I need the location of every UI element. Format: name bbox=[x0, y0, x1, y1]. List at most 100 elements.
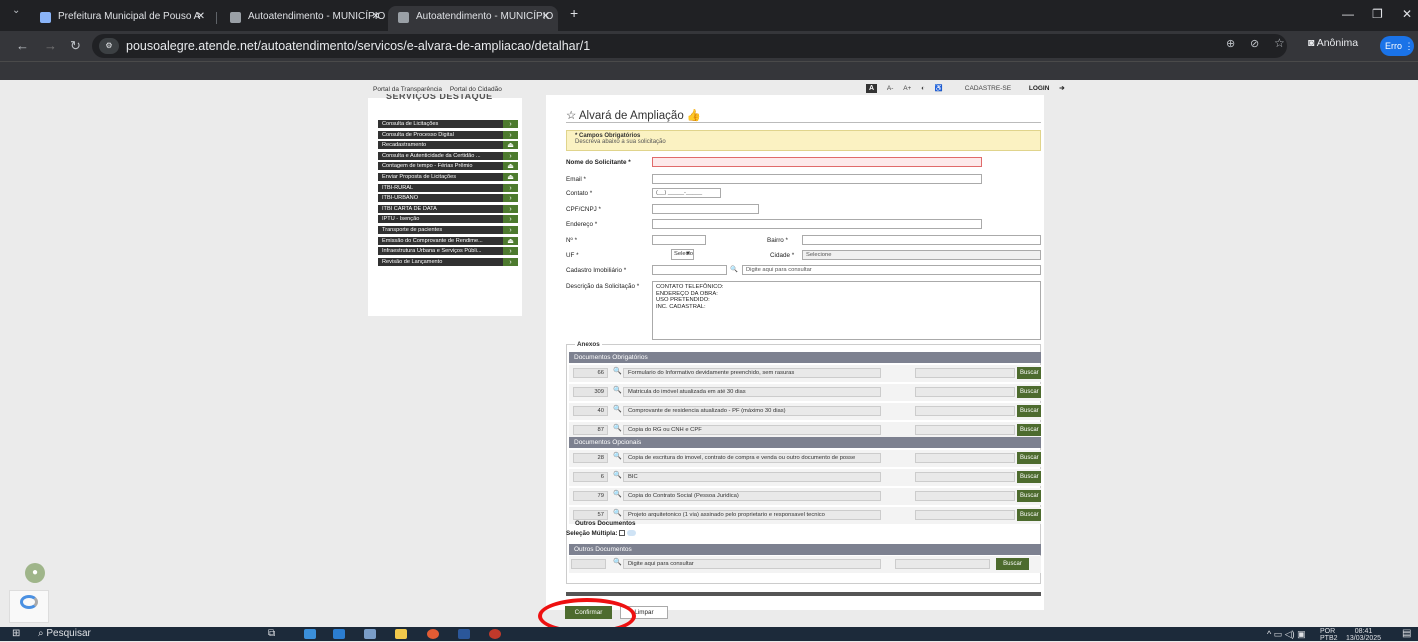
star-icon[interactable]: ☆ bbox=[566, 110, 576, 122]
document-file-field[interactable] bbox=[915, 406, 1015, 416]
sidebar-item[interactable]: ITBI CARTA DE DATA › bbox=[378, 204, 518, 214]
selecao-checkbox[interactable] bbox=[619, 530, 626, 537]
document-buscar-button[interactable]: Buscar bbox=[1017, 424, 1041, 436]
cidadao-link[interactable]: Portal do Cidadão bbox=[450, 86, 502, 93]
cpf-input[interactable] bbox=[652, 204, 759, 214]
cadastre-link[interactable]: CADASTRE-SE bbox=[965, 85, 1011, 92]
search-icon[interactable]: 🔍 bbox=[613, 367, 622, 375]
horizontal-scrollbar[interactable] bbox=[566, 592, 1041, 596]
accessibility-icon[interactable]: ♿ bbox=[935, 85, 943, 92]
sidebar-item[interactable]: ITBI-RURAL › bbox=[378, 183, 518, 193]
error-badge[interactable]: Erro ⋮ bbox=[1380, 36, 1414, 56]
nome-input[interactable] bbox=[652, 157, 982, 167]
cidade-select[interactable]: Selecione bbox=[802, 250, 1041, 260]
cookie-icon[interactable]: ● bbox=[25, 563, 45, 583]
new-tab-button[interactable]: + bbox=[570, 5, 578, 21]
sidebar-item[interactable]: Emissão do Comprovante de Rendime... ⏏ bbox=[378, 236, 518, 246]
outros-search-input[interactable]: Digite aqui para consultar bbox=[623, 559, 881, 569]
document-file-field[interactable] bbox=[915, 472, 1015, 482]
close-icon[interactable]: ✕ bbox=[372, 6, 380, 28]
search-icon[interactable]: 🔍 bbox=[613, 471, 622, 479]
file-explorer-icon[interactable] bbox=[395, 629, 407, 639]
sidebar-item[interactable]: Consulta e Autenticidade da Certidão ...… bbox=[378, 151, 518, 161]
document-file-field[interactable] bbox=[915, 425, 1015, 435]
close-icon[interactable]: ✕ bbox=[197, 6, 205, 28]
restore-icon[interactable]: ❐ bbox=[1372, 7, 1383, 21]
minimize-icon[interactable]: — bbox=[1342, 7, 1354, 21]
sidebar-item[interactable]: Infraestrutura Urbana e Serviços Públi..… bbox=[378, 247, 518, 257]
font-normal-button[interactable]: A bbox=[866, 84, 878, 93]
search-icon[interactable]: 🔍 bbox=[613, 405, 622, 413]
network-app-icon[interactable] bbox=[364, 629, 376, 639]
search-icon[interactable]: 🔍 bbox=[613, 386, 622, 394]
word-icon[interactable] bbox=[458, 629, 470, 639]
outros-buscar-button[interactable]: Buscar bbox=[996, 558, 1029, 570]
contrast-icon[interactable]: ◐ bbox=[921, 85, 925, 92]
document-file-field[interactable] bbox=[915, 453, 1015, 463]
back-icon[interactable]: ← bbox=[16, 38, 29, 53]
search-icon[interactable]: 🔍 bbox=[730, 265, 738, 273]
font-decrease-button[interactable]: A- bbox=[887, 85, 894, 92]
incognito-label[interactable]: ◙ Anônima bbox=[1308, 37, 1358, 49]
outros-code-input[interactable] bbox=[571, 559, 606, 569]
uf-select[interactable]: Selecio ▼ bbox=[671, 249, 694, 260]
toggle-switch[interactable] bbox=[626, 530, 636, 537]
star-icon[interactable]: ☆ bbox=[1274, 36, 1285, 50]
copilot-icon[interactable] bbox=[304, 629, 316, 639]
search-icon[interactable]: 🔍 bbox=[613, 490, 622, 498]
chrome-incognito-icon[interactable] bbox=[489, 629, 501, 639]
sidebar-item[interactable]: Contagem de tempo - Férias Prêmio ⏏ bbox=[378, 162, 518, 172]
sidebar-item[interactable]: Consulta de Licitações › bbox=[378, 120, 518, 129]
bairro-input[interactable] bbox=[802, 235, 1041, 245]
font-increase-button[interactable]: A+ bbox=[903, 85, 911, 92]
email-input[interactable] bbox=[652, 174, 982, 184]
document-file-field[interactable] bbox=[915, 491, 1015, 501]
document-buscar-button[interactable]: Buscar bbox=[1017, 452, 1041, 464]
cadastro-search-input[interactable]: Digite aqui para consultar bbox=[742, 265, 1041, 275]
document-buscar-button[interactable]: Buscar bbox=[1017, 509, 1041, 521]
numero-input[interactable] bbox=[652, 235, 706, 245]
reload-icon[interactable]: ↻ bbox=[70, 38, 81, 54]
taskbar-search[interactable]: ⌕ Pesquisar bbox=[38, 628, 91, 640]
search-icon[interactable]: 🔍 bbox=[613, 424, 622, 432]
document-buscar-button[interactable]: Buscar bbox=[1017, 490, 1041, 502]
clock[interactable]: 08:41 13/03/2025 bbox=[1346, 628, 1381, 642]
document-file-field[interactable] bbox=[915, 510, 1015, 520]
search-icon[interactable]: 🔍 bbox=[613, 558, 622, 566]
chrome-icon[interactable] bbox=[427, 629, 439, 639]
tab-search-icon[interactable]: ⌄ bbox=[12, 5, 20, 16]
outros-file-field[interactable] bbox=[895, 559, 990, 569]
close-window-icon[interactable]: ✕ bbox=[1402, 7, 1412, 21]
sidebar-item[interactable]: ITBI-URBANO › bbox=[378, 194, 518, 204]
sidebar-item[interactable]: Recadastramento ⏏ bbox=[378, 141, 518, 151]
tab-2[interactable]: Autoatendimento - MUNICÍPIO ✕ bbox=[220, 6, 388, 31]
document-file-field[interactable] bbox=[915, 387, 1015, 397]
document-buscar-button[interactable]: Buscar bbox=[1017, 471, 1041, 483]
document-buscar-button[interactable]: Buscar bbox=[1017, 386, 1041, 398]
sidebar-item[interactable]: Enviar Proposta de Licitações ⏏ bbox=[378, 173, 518, 182]
tab-1[interactable]: Prefeitura Municipal de Pouso A ✕ bbox=[30, 6, 213, 31]
document-file-field[interactable] bbox=[915, 368, 1015, 378]
forward-icon[interactable]: → bbox=[44, 38, 57, 53]
site-info-icon[interactable]: ⚙ bbox=[99, 38, 119, 54]
task-view-icon[interactable]: ⧉ bbox=[268, 628, 275, 640]
search-icon[interactable]: 🔍 bbox=[613, 452, 622, 460]
notification-icon[interactable]: ▤ bbox=[1402, 628, 1411, 640]
url-text[interactable]: pousoalegre.atende.net/autoatendimento/s… bbox=[126, 39, 590, 53]
eye-off-icon[interactable]: ⊘ bbox=[1250, 37, 1259, 50]
windows-start-icon[interactable]: ⊞ bbox=[12, 628, 20, 640]
tab-3-active[interactable]: Autoatendimento - MUNICÍPIO ✕ bbox=[388, 6, 558, 31]
search-icon[interactable]: 🔍 bbox=[613, 509, 622, 517]
close-icon[interactable]: ✕ bbox=[542, 6, 550, 28]
contato-input[interactable]: (__) _____-_____ bbox=[652, 188, 721, 198]
sidebar-item[interactable]: IPTU - Isenção › bbox=[378, 215, 518, 225]
tray-icons[interactable]: ^ ▭ ◁) ▣ bbox=[1267, 628, 1306, 640]
descricao-textarea[interactable]: CONTATO TELEFÔNICO: ENDEREÇO DA OBRA: US… bbox=[652, 281, 1041, 340]
store-icon[interactable] bbox=[333, 629, 345, 639]
document-buscar-button[interactable]: Buscar bbox=[1017, 405, 1041, 417]
cadastro-code-input[interactable] bbox=[652, 265, 727, 275]
endereco-input[interactable] bbox=[652, 219, 982, 229]
recaptcha-badge[interactable] bbox=[9, 590, 49, 623]
document-buscar-button[interactable]: Buscar bbox=[1017, 367, 1041, 379]
sidebar-item[interactable]: Transporte de pacientes › bbox=[378, 226, 518, 235]
